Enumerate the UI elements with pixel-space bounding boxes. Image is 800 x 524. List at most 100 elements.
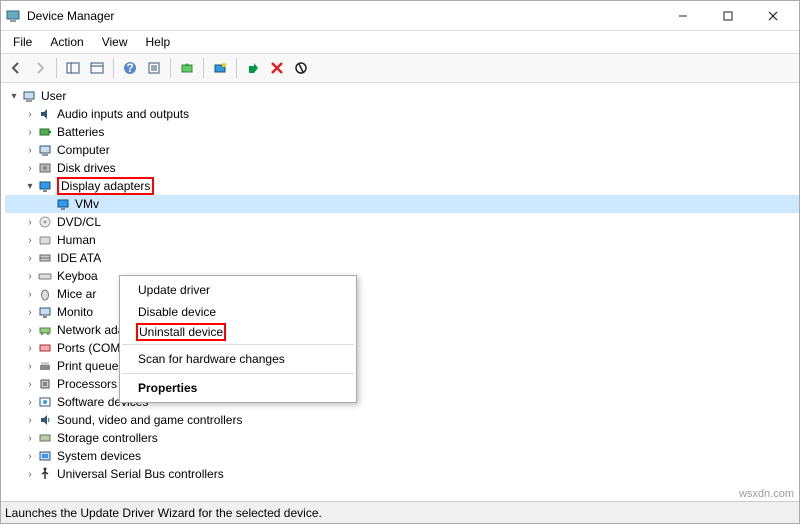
tree-node[interactable]: › Sound, video and game controllers [5,411,799,429]
device-manager-window: Device Manager File Action View Help ? [0,0,800,524]
watermark: wsxdn.com [739,488,794,500]
tree-node-label: Disk drives [57,161,116,175]
statusbar: Launches the Update Driver Wizard for th… [1,501,799,523]
chevron-icon[interactable]: › [23,217,37,228]
chevron-icon[interactable]: › [23,343,37,354]
menu-view[interactable]: View [94,33,136,51]
tree-node[interactable]: ▾ Display adapters [5,177,799,195]
maximize-button[interactable] [705,2,750,30]
tree-node-label: System devices [57,449,141,463]
tree-node-label: Universal Serial Bus controllers [57,467,224,481]
tree-node-label: Mice ar [57,287,96,301]
chevron-icon[interactable]: › [23,397,37,408]
scan-hardware-button[interactable] [209,57,231,79]
ide-icon [37,250,53,266]
context-menu-item-label: Update driver [138,283,210,297]
chevron-icon[interactable]: › [23,307,37,318]
tree-node[interactable]: › Storage controllers [5,429,799,447]
chevron-icon[interactable]: › [23,289,37,300]
chevron-icon[interactable]: › [23,127,37,138]
tree-node[interactable]: › Human [5,231,799,249]
network-icon [37,322,53,338]
chevron-icon[interactable]: ▾ [23,181,37,192]
chevron-icon[interactable]: › [23,325,37,336]
software-icon [37,394,53,410]
menu-separator [122,344,354,345]
tree-node[interactable]: › DVD/CL [5,213,799,231]
chevron-icon[interactable]: › [23,415,37,426]
toolbar: ? [1,53,799,83]
chevron-icon[interactable]: › [23,451,37,462]
close-button[interactable] [750,2,795,30]
menu-file[interactable]: File [5,33,40,51]
tree-node[interactable]: › Audio inputs and outputs [5,105,799,123]
menubar: File Action View Help [1,31,799,53]
back-button[interactable] [5,57,27,79]
tree-root-label: User [41,89,66,103]
tree-node-label: Batteries [57,125,104,139]
tree-node-label: IDE ATA [57,251,101,265]
menu-action[interactable]: Action [42,33,91,51]
tree-node[interactable]: › System devices [5,447,799,465]
tree-node-label: Keyboa [57,269,98,283]
tree-root[interactable]: ▾ User [5,87,799,105]
context-menu-item[interactable]: Uninstall device [120,323,356,341]
chevron-icon[interactable]: › [23,379,37,390]
tree-node-label: Audio inputs and outputs [57,107,189,121]
tree-node-label: VMv [75,197,99,211]
computer-icon [37,142,53,158]
enable-device-button[interactable] [242,57,264,79]
tree-node-label: Human [57,233,96,247]
chevron-icon[interactable]: › [23,271,37,282]
context-menu-item-label: Uninstall device [139,325,223,339]
tree-node-label: Processors [57,377,117,391]
chevron-icon[interactable]: › [23,109,37,120]
display-icon [55,196,71,212]
context-menu-item[interactable]: Scan for hardware changes [120,348,356,370]
cpu-icon [37,376,53,392]
context-menu-item[interactable]: Properties [120,377,356,399]
highlight-box: Display adapters [57,177,154,195]
tree-node[interactable]: › Batteries [5,123,799,141]
chevron-down-icon[interactable]: ▾ [7,91,21,102]
svg-text:?: ? [126,61,133,75]
tree-node[interactable]: › Disk drives [5,159,799,177]
minimize-button[interactable] [660,2,705,30]
tree-node-label: Storage controllers [57,431,158,445]
chevron-icon[interactable]: › [23,361,37,372]
disable-device-button[interactable] [290,57,312,79]
context-menu: Update driver Disable device Uninstall dev… [119,275,357,403]
chevron-icon[interactable]: › [23,145,37,156]
forward-button[interactable] [29,57,51,79]
chevron-icon[interactable]: › [23,433,37,444]
tree-node[interactable]: › Universal Serial Bus controllers [5,465,799,483]
mouse-icon [37,286,53,302]
help-button[interactable]: ? [119,57,141,79]
tree-node-label: Sound, video and game controllers [57,413,242,427]
tree-node[interactable]: › IDE ATA [5,249,799,267]
menu-help[interactable]: Help [138,33,179,51]
chevron-icon[interactable]: › [23,469,37,480]
device-tree[interactable]: ▾ User › Audio inputs and outputs › Batteri… [1,83,799,501]
chevron-icon[interactable]: › [23,163,37,174]
details-button[interactable] [86,57,108,79]
tree-node[interactable]: › Computer [5,141,799,159]
system-icon [37,448,53,464]
audio-icon [37,106,53,122]
highlight-box: Uninstall device [136,323,226,341]
context-menu-item[interactable]: Disable device [120,301,356,323]
tree-node-label: DVD/CL [57,215,101,229]
show-hide-tree-button[interactable] [62,57,84,79]
uninstall-device-button[interactable] [266,57,288,79]
context-menu-item-label: Scan for hardware changes [138,352,285,366]
context-menu-item[interactable]: Update driver [120,279,356,301]
chevron-icon[interactable]: › [23,235,37,246]
chevron-icon[interactable]: › [23,253,37,264]
update-driver-button[interactable] [176,57,198,79]
tree-node-label: Computer [57,143,110,157]
usb-icon [37,466,53,482]
properties-button[interactable] [143,57,165,79]
storage-icon [37,430,53,446]
titlebar: Device Manager [1,1,799,31]
tree-node[interactable]: VMv [5,195,799,213]
